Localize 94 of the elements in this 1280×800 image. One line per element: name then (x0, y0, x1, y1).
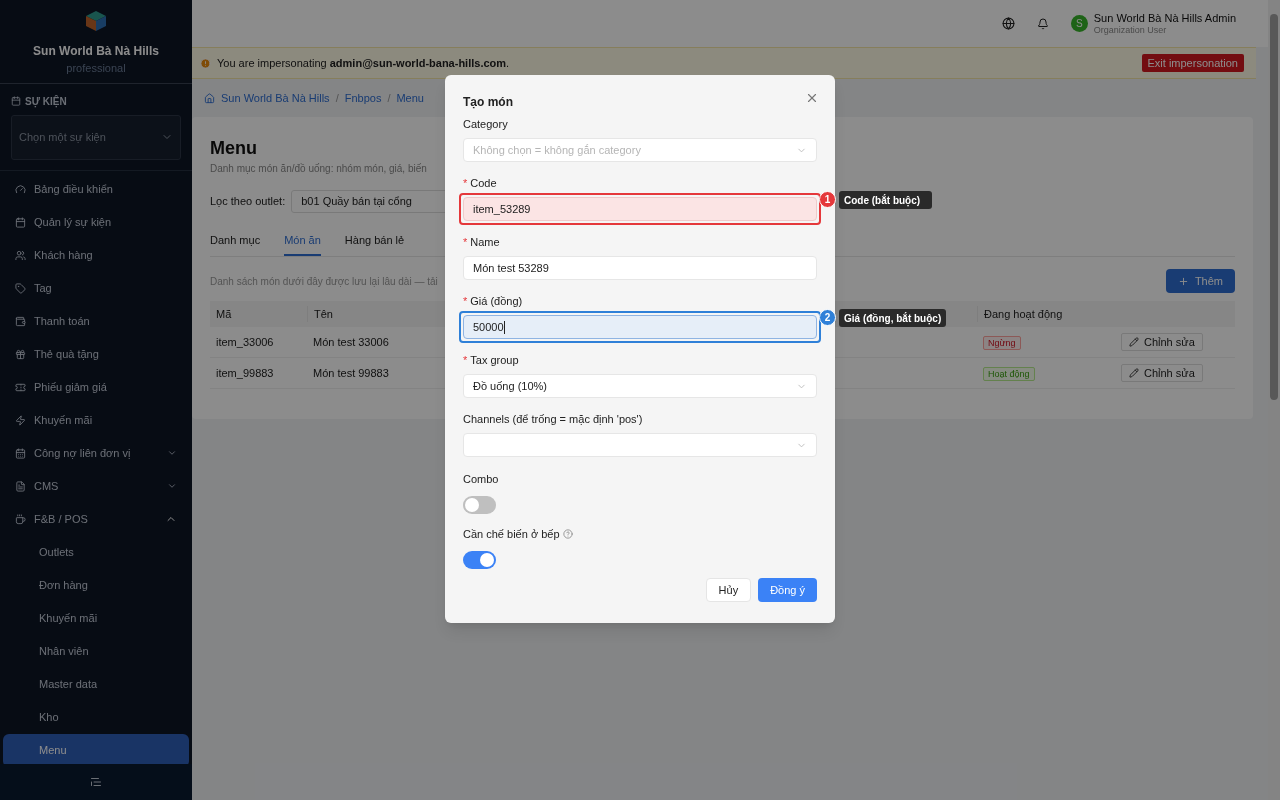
sidebar-item[interactable]: Tag (3, 271, 189, 305)
text-field[interactable]: 50000 (463, 315, 817, 339)
sidebar-item[interactable]: Thanh toán (3, 304, 189, 338)
table-cell-text: Món test 99883 (312, 365, 390, 381)
calendar-icon (15, 216, 26, 228)
close-icon[interactable] (805, 91, 819, 105)
sidebar-item[interactable]: Thẻ quà tặng (3, 337, 189, 371)
section-label: SỰ KIỆN (25, 94, 67, 109)
column-header: Tên (314, 307, 333, 320)
table-cell-text: Món test 33006 (312, 334, 390, 350)
sidebar-item[interactable]: Khuyến mãi (3, 403, 189, 437)
field-label: Category (463, 117, 508, 133)
user-avatar[interactable]: S (1070, 15, 1088, 32)
select-field[interactable] (463, 433, 817, 457)
calendar-icon (15, 447, 26, 459)
field-label: Combo (463, 471, 499, 487)
sidebar-item[interactable]: CMS (3, 469, 189, 503)
select-field[interactable]: Đồ uống (10%) (463, 374, 817, 398)
confirm-button[interactable]: Đồng ý (758, 578, 817, 602)
pencil-icon (1129, 337, 1139, 347)
sidebar-subitem[interactable]: Outlets (3, 535, 189, 569)
lightning-icon (15, 414, 26, 426)
warning-icon (200, 57, 211, 69)
column-header: Đang hoạt động (984, 307, 1063, 320)
add-button[interactable]: Thêm (1165, 269, 1235, 293)
edit-button[interactable]: Chỉnh sửa (1121, 364, 1203, 382)
toggle-switch[interactable] (463, 551, 496, 569)
document-icon (15, 480, 26, 492)
gauge-icon (15, 183, 26, 195)
sidebar-subitem[interactable]: Kho (3, 700, 189, 734)
column-header: Mã (216, 307, 232, 320)
tooltip: Code (bắt buộc) (839, 191, 932, 209)
collapse-menu-icon[interactable] (90, 776, 102, 788)
sidebar-subitem[interactable]: Master data (3, 667, 189, 701)
field-label: Cần chế biến ở bếp (463, 526, 560, 542)
plan-label: professional (66, 61, 126, 76)
home-icon[interactable] (204, 92, 215, 104)
wallet-icon (15, 315, 26, 327)
sidebar-subitem[interactable]: Nhân viên (3, 634, 189, 668)
gift-icon (15, 348, 26, 360)
sidebar-item[interactable]: Quản lý sự kiện (3, 205, 189, 239)
sidebar-subitem[interactable]: Menu (3, 733, 189, 764)
table-cell-text: item_99883 (215, 365, 275, 381)
text-field[interactable]: item_53289 (463, 197, 817, 221)
users-icon (15, 249, 26, 261)
cube-logo-icon (85, 10, 107, 32)
cup-icon (15, 513, 26, 525)
page-title: Menu (210, 137, 257, 159)
tab[interactable]: Hàng bán lẻ (344, 226, 405, 256)
cancel-button[interactable]: Hủy (705, 578, 752, 602)
breadcrumb-link[interactable]: Sun World Bà Nà Hills (221, 89, 330, 107)
dialog-title: Tạo món (463, 94, 513, 111)
sidebar-subitem[interactable]: Đơn hàng (3, 568, 189, 602)
sidebar-subitem[interactable]: Khuyến mãi (3, 601, 189, 635)
select-field[interactable]: Không chọn = không gắn category (463, 138, 817, 162)
sidebar-item[interactable]: Công nợ liên đơn vị (3, 436, 189, 470)
sidebar-item[interactable]: F&B / POS (3, 502, 189, 536)
sidebar-item[interactable]: Phiếu giảm giá (3, 370, 189, 404)
toggle-switch[interactable] (463, 496, 496, 514)
breadcrumb-link[interactable]: Fnbpos (344, 89, 382, 107)
event-select[interactable]: Chọn một sự kiện (11, 114, 181, 160)
table-cell-text: item_33006 (215, 334, 275, 350)
brand-name: Sun World Bà Nà Hills (33, 43, 159, 60)
field-label: * Code (463, 176, 497, 192)
filter-label: Lọc theo outlet: (210, 194, 286, 210)
field-label: * Name (463, 235, 500, 251)
tooltip: Giá (đồng, bắt buộc) (839, 309, 947, 327)
scrollbar-thumb[interactable] (1270, 14, 1278, 400)
calendar-icon (11, 96, 21, 106)
exit-impersonation-button[interactable]: Exit impersonation (1141, 54, 1244, 72)
banner-text: You are impersonating admin@sun-world-bana-hills.com. (217, 55, 511, 71)
globe-icon[interactable] (1001, 17, 1015, 30)
bell-icon[interactable] (1036, 17, 1049, 30)
page-subtitle: Danh mục món ăn/đồ uống: nhóm món, giá, biến (210, 162, 427, 176)
tag-icon (15, 282, 26, 294)
breadcrumb-link[interactable]: Menu (396, 89, 424, 107)
sidebar-item[interactable]: Bảng điều khiển (3, 172, 189, 206)
status-tag: Ngừng (983, 335, 1021, 350)
sidebar-item[interactable]: Khách hàng (3, 238, 189, 272)
tab[interactable]: Món ăn (284, 226, 321, 256)
field-label: * Tax group (463, 353, 519, 369)
user-role: Organization User (1093, 23, 1168, 36)
tab[interactable]: Danh mục (210, 226, 261, 256)
pencil-icon (1129, 368, 1139, 378)
field-label: * Giá (đồng) (463, 294, 523, 310)
plus-icon (1177, 275, 1189, 287)
user-name: Sun World Bà Nà Hills Admin (1093, 11, 1236, 24)
breadcrumb-separator: / (387, 90, 391, 106)
edit-button[interactable]: Chỉnh sửa (1121, 333, 1203, 351)
field-label: Channels (để trống = mặc định 'pos') (463, 412, 643, 428)
breadcrumb-separator: / (335, 90, 339, 106)
text-field[interactable]: Món test 53289 (463, 256, 817, 280)
ticket-icon (15, 381, 26, 393)
status-tag: Hoạt động (983, 366, 1035, 381)
